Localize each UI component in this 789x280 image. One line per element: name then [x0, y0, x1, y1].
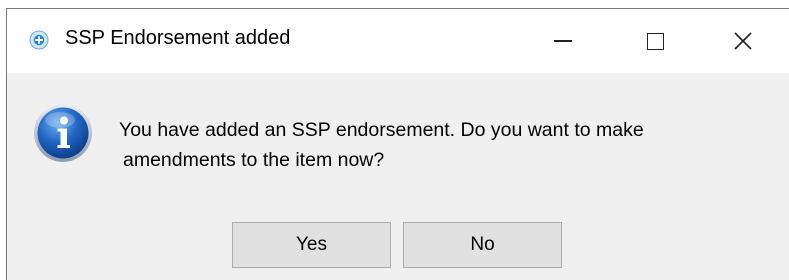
close-button[interactable] — [697, 9, 789, 73]
dialog-titlebar[interactable]: SSP Endorsement added — [7, 9, 789, 73]
background-window — [0, 0, 789, 8]
background-text-fragment — [0, 0, 5, 8]
information-icon — [34, 104, 92, 162]
dialog-message: You have added an SSP endorsement. Do yo… — [119, 115, 779, 175]
no-button[interactable]: No — [403, 222, 562, 268]
minimize-button[interactable] — [517, 9, 609, 73]
yes-button[interactable]: Yes — [232, 222, 391, 268]
close-icon — [734, 32, 752, 50]
maximize-button[interactable] — [609, 9, 701, 73]
message-line-1: You have added an SSP endorsement. Do yo… — [119, 119, 644, 141]
minimize-icon — [554, 40, 572, 42]
maximize-icon — [646, 32, 664, 50]
message-dialog: SSP Endorsement added You have added an … — [6, 8, 789, 280]
app-icon — [29, 30, 49, 50]
dialog-title: SSP Endorsement added — [65, 27, 291, 49]
message-line-2: amendments to the item now? — [123, 149, 385, 171]
